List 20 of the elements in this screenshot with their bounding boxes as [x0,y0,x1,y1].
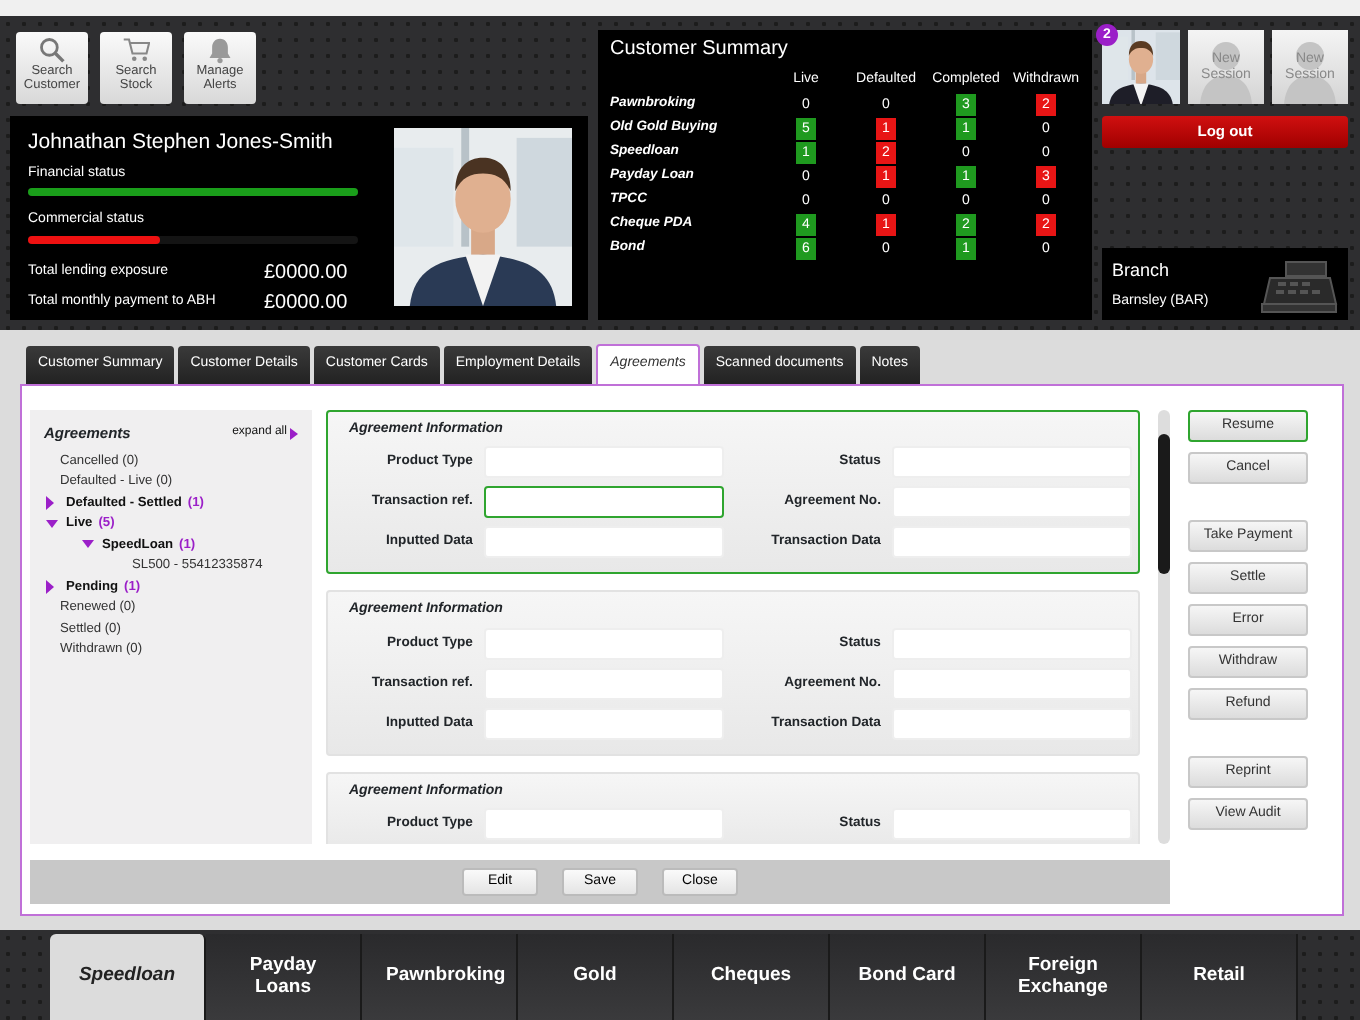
product-tab[interactable]: Speedloan [50,934,206,1020]
product-tab[interactable]: Cheques [674,934,830,1020]
input-field[interactable] [484,486,725,519]
product-tab[interactable]: Retail [1142,934,1298,1020]
bell-icon [206,36,234,64]
product-tab[interactable]: Bond Card [830,934,986,1020]
product-tab[interactable]: Gold [518,934,674,1020]
cash-register-icon [1258,258,1338,314]
product-tab[interactable]: Pawnbroking [362,934,518,1020]
scrollbar[interactable] [1158,410,1170,844]
branch-title: Branch [1112,258,1172,284]
total-amount: £0000.00 [264,289,348,318]
search-icon [38,36,66,64]
caret-icon [290,427,299,440]
product-tab[interactable]: Payday Loans [206,934,362,1020]
product-tab[interactable]: Foreign Exchange [986,934,1142,1020]
cart-icon [122,36,150,64]
customer-name: Johnathan Stephen Jones-Smith [28,128,335,158]
summary-title: Customer Summary [610,38,790,62]
total-amount: £0000.00 [264,259,348,288]
